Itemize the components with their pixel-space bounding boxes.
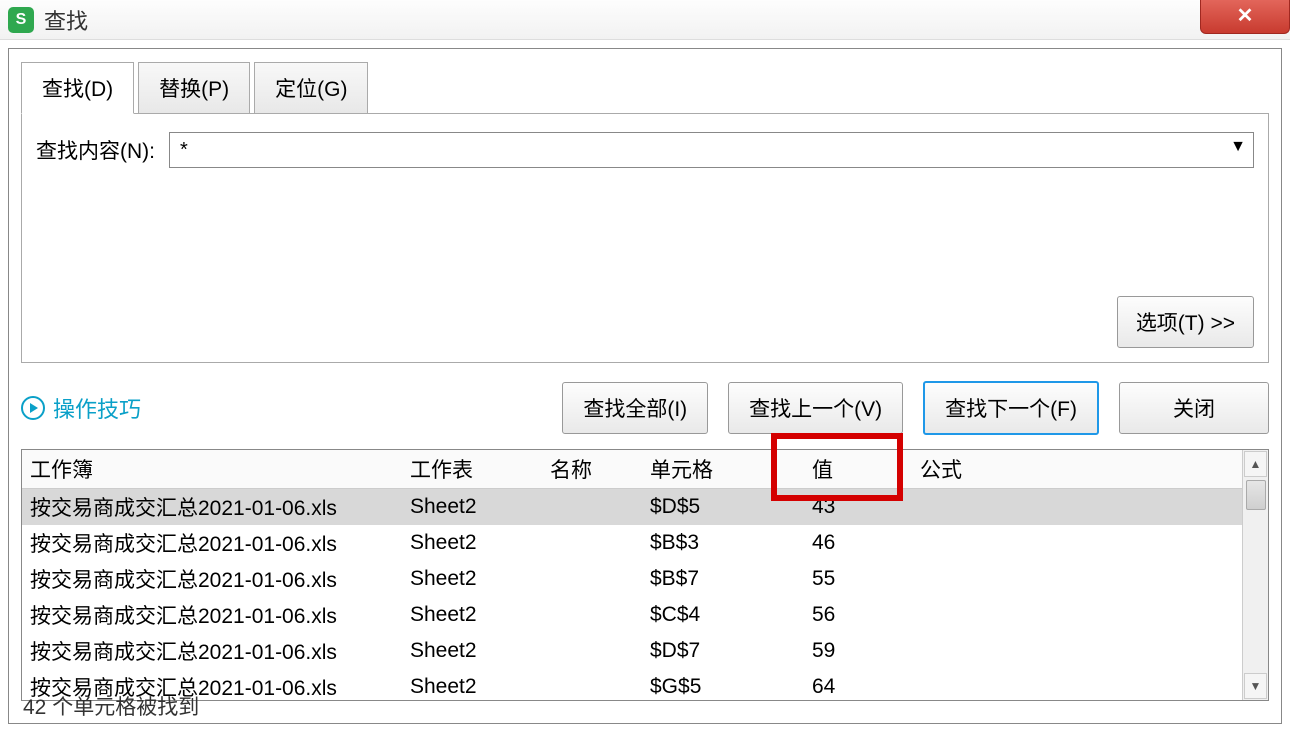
tab-find-label: 查找(D)	[42, 78, 113, 101]
cell-fx	[912, 525, 1242, 561]
cell-nm	[542, 633, 642, 669]
tips-label: 操作技巧	[53, 392, 141, 424]
cell-val: 64	[782, 669, 912, 701]
cell-wb: 按交易商成交汇总2021-01-06.xls	[22, 561, 402, 597]
cell-cell: $G$5	[642, 669, 782, 701]
table-row[interactable]: 按交易商成交汇总2021-01-06.xlsSheet2 $B$346	[22, 525, 1242, 561]
header-name[interactable]: 名称	[542, 450, 642, 488]
tab-replace[interactable]: 替换(P)	[138, 62, 250, 114]
header-value[interactable]: 值	[782, 450, 912, 488]
close-button[interactable]: 关闭	[1119, 382, 1269, 434]
tab-row: 查找(D) 替换(P) 定位(G)	[9, 49, 1281, 113]
action-row: 操作技巧 查找全部(I) 查找上一个(V) 查找下一个(F) 关闭	[9, 363, 1281, 449]
table-row[interactable]: 按交易商成交汇总2021-01-06.xlsSheet2 $D$759	[22, 633, 1242, 669]
close-icon: ✕	[1237, 3, 1254, 28]
window-title: 查找	[44, 4, 88, 36]
cell-wb: 按交易商成交汇总2021-01-06.xls	[22, 525, 402, 561]
header-formula[interactable]: 公式	[912, 450, 1242, 488]
cell-ws: Sheet2	[402, 525, 542, 561]
find-all-button[interactable]: 查找全部(I)	[562, 382, 708, 434]
cell-cell: $C$4	[642, 597, 782, 633]
cell-cell: $B$3	[642, 525, 782, 561]
cell-fx	[912, 597, 1242, 633]
cell-ws: Sheet2	[402, 633, 542, 669]
find-input[interactable]	[169, 132, 1254, 168]
titlebar: S 查找 ✕	[0, 0, 1290, 40]
find-next-button[interactable]: 查找下一个(F)	[923, 381, 1099, 435]
find-row: 查找内容(N): ▼	[36, 132, 1254, 168]
options-button[interactable]: 选项(T) >>	[1117, 296, 1254, 348]
cell-val: 59	[782, 633, 912, 669]
results-table: 工作簿 工作表 名称 单元格 值 公式 按交易商成交汇总2021-01-06.x…	[22, 450, 1242, 700]
find-prev-button[interactable]: 查找上一个(V)	[728, 382, 903, 434]
tab-replace-label: 替换(P)	[159, 78, 229, 101]
header-cell[interactable]: 单元格	[642, 450, 782, 488]
cell-fx	[912, 669, 1242, 701]
table-row[interactable]: 按交易商成交汇总2021-01-06.xlsSheet2$G$564	[22, 669, 1242, 701]
cell-nm	[542, 525, 642, 561]
cell-ws: Sheet2	[402, 488, 542, 525]
table-row[interactable]: 按交易商成交汇总2021-01-06.xlsSheet2 $B$755	[22, 561, 1242, 597]
table-row[interactable]: 按交易商成交汇总2021-01-06.xlsSheet2 $C$456	[22, 597, 1242, 633]
find-input-wrap: ▼	[169, 132, 1254, 168]
results-panel: 工作簿 工作表 名称 单元格 值 公式 按交易商成交汇总2021-01-06.x…	[21, 449, 1269, 701]
cell-wb: 按交易商成交汇总2021-01-06.xls	[22, 597, 402, 633]
window-close-button[interactable]: ✕	[1200, 0, 1290, 34]
cell-fx	[912, 488, 1242, 525]
tab-goto-label: 定位(G)	[275, 78, 347, 101]
cell-val: 56	[782, 597, 912, 633]
cell-val: 43	[782, 488, 912, 525]
results-scrollbar[interactable]: ▲ ▼	[1242, 450, 1268, 700]
cell-fx	[912, 633, 1242, 669]
cell-ws: Sheet2	[402, 669, 542, 701]
scroll-thumb[interactable]	[1246, 480, 1266, 510]
cell-wb: 按交易商成交汇总2021-01-06.xls	[22, 633, 402, 669]
tab-goto[interactable]: 定位(G)	[254, 62, 368, 114]
find-label: 查找内容(N):	[36, 135, 155, 165]
cell-fx	[912, 561, 1242, 597]
scroll-up-icon[interactable]: ▲	[1244, 451, 1267, 477]
status-text: 42 个单元格被找到	[23, 691, 199, 721]
play-icon	[21, 396, 45, 420]
cell-nm	[542, 561, 642, 597]
cell-ws: Sheet2	[402, 561, 542, 597]
tips-link[interactable]: 操作技巧	[21, 392, 141, 424]
scroll-down-icon[interactable]: ▼	[1244, 673, 1267, 699]
header-workbook[interactable]: 工作簿	[22, 450, 402, 488]
cell-wb: 按交易商成交汇总2021-01-06.xls	[22, 488, 402, 525]
cell-cell: $D$7	[642, 633, 782, 669]
cell-cell: $B$7	[642, 561, 782, 597]
app-icon: S	[8, 7, 34, 33]
tab-find[interactable]: 查找(D)	[21, 62, 134, 114]
cell-ws: Sheet2	[402, 597, 542, 633]
cell-nm	[542, 597, 642, 633]
cell-val: 55	[782, 561, 912, 597]
dialog-body: 查找(D) 替换(P) 定位(G) 查找内容(N): ▼ 选项(T) >> 操作…	[8, 48, 1282, 724]
header-worksheet[interactable]: 工作表	[402, 450, 542, 488]
cell-cell: $D$5	[642, 488, 782, 525]
cell-nm	[542, 669, 642, 701]
cell-nm	[542, 488, 642, 525]
table-row[interactable]: 按交易商成交汇总2021-01-06.xlsSheet2 $D$543	[22, 488, 1242, 525]
cell-val: 46	[782, 525, 912, 561]
find-panel: 查找内容(N): ▼ 选项(T) >>	[21, 113, 1269, 363]
